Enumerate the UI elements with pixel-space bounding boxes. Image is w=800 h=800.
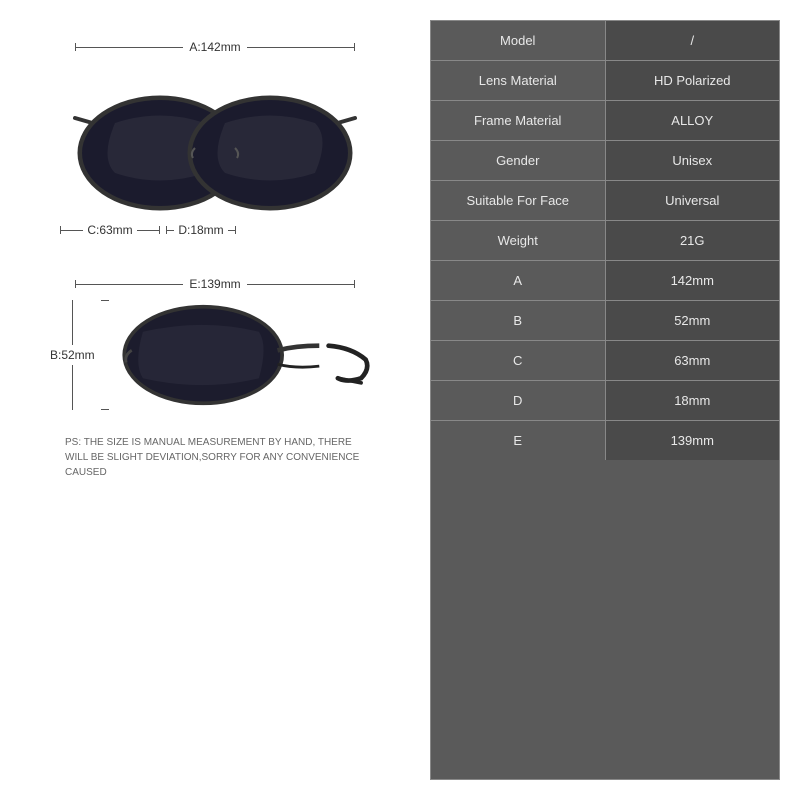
spec-row: Weight21G	[431, 221, 779, 261]
main-container: A:142mm	[0, 0, 800, 800]
spec-row: A142mm	[431, 261, 779, 301]
spec-value: /	[606, 21, 780, 60]
spec-value: 139mm	[606, 421, 780, 460]
spec-row: E139mm	[431, 421, 779, 460]
glasses-front-view	[65, 58, 365, 218]
spec-row: Lens MaterialHD Polarized	[431, 61, 779, 101]
spec-value: 18mm	[606, 381, 780, 420]
dim-a-label: A:142mm	[183, 40, 246, 54]
spec-label: Model	[431, 21, 606, 60]
spec-value: 52mm	[606, 301, 780, 340]
spec-label: D	[431, 381, 606, 420]
glasses-side-view	[115, 295, 375, 415]
left-panel: A:142mm	[20, 20, 410, 780]
spec-label: Weight	[431, 221, 606, 260]
spec-row: C63mm	[431, 341, 779, 381]
spec-row: D18mm	[431, 381, 779, 421]
spec-value: Universal	[606, 181, 780, 220]
spec-value: 142mm	[606, 261, 780, 300]
dim-b-label: B:52mm	[50, 348, 95, 362]
spec-value: ALLOY	[606, 101, 780, 140]
dim-d-label: D:18mm	[174, 223, 227, 237]
spec-label: E	[431, 421, 606, 460]
spec-label: Frame Material	[431, 101, 606, 140]
spec-row: Model/	[431, 21, 779, 61]
spec-row: B52mm	[431, 301, 779, 341]
spec-label: A	[431, 261, 606, 300]
spec-value: HD Polarized	[606, 61, 780, 100]
spec-row: Frame MaterialALLOY	[431, 101, 779, 141]
dim-c-label: C:63mm	[83, 223, 136, 237]
glasses-top-section: A:142mm	[45, 40, 385, 237]
spec-row: GenderUnisex	[431, 141, 779, 181]
spec-label: Lens Material	[431, 61, 606, 100]
glasses-side-section: E:139mm B:52mm	[45, 277, 385, 415]
spec-value: Unisex	[606, 141, 780, 180]
disclaimer-text: PS: THE SIZE IS MANUAL MEASUREMENT BY HA…	[55, 435, 375, 480]
spec-label: Suitable For Face	[431, 181, 606, 220]
spec-value: 21G	[606, 221, 780, 260]
spec-label: Gender	[431, 141, 606, 180]
spec-label: C	[431, 341, 606, 380]
spec-value: 63mm	[606, 341, 780, 380]
spec-label: B	[431, 301, 606, 340]
dim-e-label: E:139mm	[183, 277, 246, 291]
specs-table: Model/Lens MaterialHD PolarizedFrame Mat…	[430, 20, 780, 780]
spec-row: Suitable For FaceUniversal	[431, 181, 779, 221]
